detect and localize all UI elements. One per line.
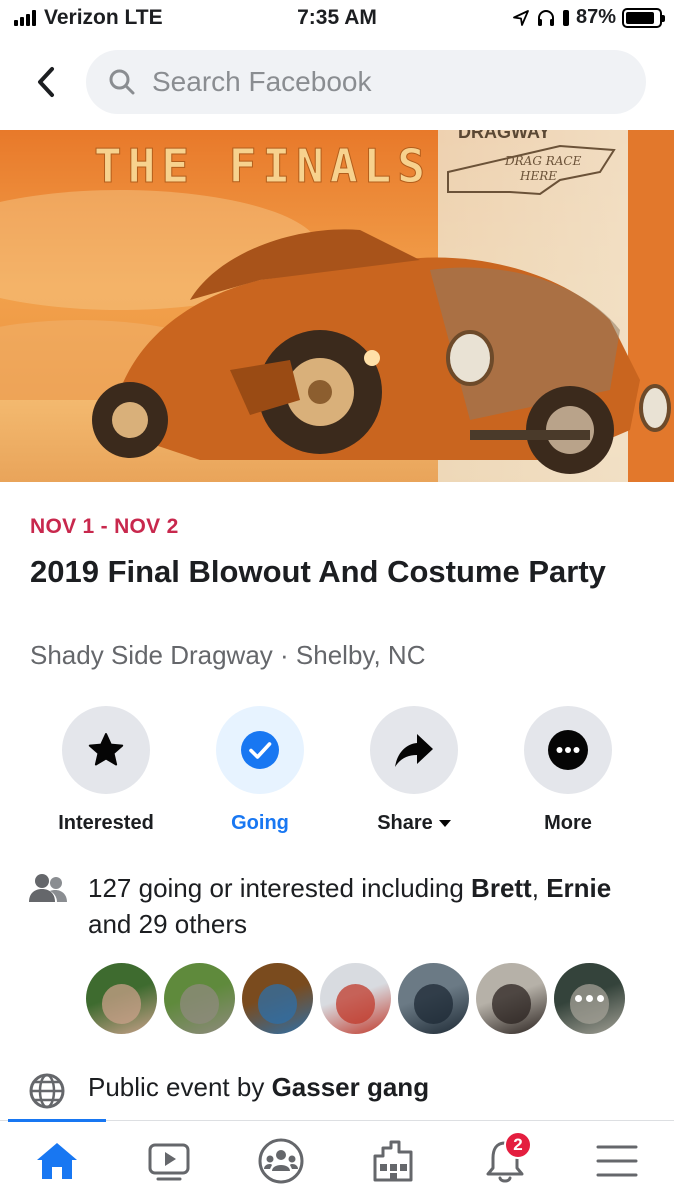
interested-label: Interested [58,812,154,834]
search-placeholder: Search Facebook [152,66,372,97]
more-circle [524,706,612,794]
host-prefix: Public event by [88,1072,272,1102]
status-bar: Verizon LTE 7:35 AM 87% [0,0,674,36]
attendee-avatars [86,963,625,1035]
people-icon [29,874,67,902]
chevron-left-icon [38,67,54,97]
location-arrow-icon [513,9,529,26]
tab-groups[interactable] [246,1133,316,1189]
share-label-row: Share [377,812,451,835]
share-circle [370,706,458,794]
more-label: More [544,812,592,834]
check-circle-icon [241,731,279,769]
tab-menu[interactable] [582,1133,652,1189]
tab-marketplace[interactable] [358,1133,428,1189]
more-attendees-dots-icon [554,963,625,1034]
attendee-avatar[interactable] [476,963,547,1034]
attendee-avatar[interactable] [242,963,313,1034]
attendee-name-ernie[interactable]: Ernie [546,873,611,903]
more-button[interactable]: More [498,706,638,835]
rotation-lock-icon [562,9,569,26]
host-text: Public event by Gasser gang [88,1072,429,1103]
menu-icon [596,1145,638,1177]
share-arrow-icon [395,734,433,767]
home-icon [37,1143,77,1179]
tab-home[interactable] [22,1133,92,1189]
marketplace-icon [373,1140,413,1182]
host-name[interactable]: Gasser gang [272,1072,430,1102]
event-date: NOV 1 - NOV 2 [30,515,179,538]
attendance-separator: , [531,873,539,903]
header: Search Facebook [0,44,674,122]
attendee-avatar[interactable] [398,963,469,1034]
active-tab-indicator [8,1119,106,1122]
attendance-suffix: and 29 others [88,909,248,939]
attendee-avatar[interactable] [320,963,391,1034]
groups-icon [258,1138,304,1184]
avatar-photo-detail [413,984,454,1025]
tab-notifications[interactable]: 2 [470,1131,540,1189]
attendee-avatar[interactable] [86,963,157,1034]
avatar-photo-detail [179,984,220,1025]
status-right: 87% [512,6,665,29]
battery-percent: 87% [575,6,616,28]
going-button[interactable]: Going [190,706,330,835]
notifications-badge: 2 [504,1131,532,1159]
search-input[interactable]: Search Facebook [86,50,646,114]
attendee-avatar[interactable] [554,963,625,1034]
battery-icon [622,7,665,28]
cover-illustration: THE FINALS DRAGWAY DRAG RACE HERE [0,130,674,482]
cover-stamp-top: DRAGWAY [458,130,550,142]
avatar-photo-detail [257,984,298,1025]
share-label: Share [377,812,433,834]
avatar-photo-detail [491,984,532,1025]
event-location[interactable]: Shady Side Dragway · Shelby, NC [30,640,425,671]
attendance-prefix: 127 going or interested including [88,873,472,903]
event-title: 2019 Final Blowout And Costume Party [30,554,606,589]
attendee-avatar[interactable] [164,963,235,1034]
star-icon [88,733,124,766]
avatar-photo-detail [101,984,142,1025]
bottom-tab-bar: 2 [0,1119,674,1200]
more-dots-icon [548,730,588,770]
avatar-photo-detail [335,984,376,1025]
interested-button[interactable]: Interested [36,706,176,835]
host-row: Public event by Gasser gang [28,1070,648,1110]
cover-title-text: THE FINALS [94,139,431,193]
share-button[interactable]: Share [344,706,484,835]
watch-icon [148,1143,190,1181]
battery-level [626,11,654,24]
tab-watch[interactable] [134,1133,204,1189]
headphones-icon [537,9,554,26]
cover-stamp-line2: HERE [519,169,557,183]
event-cover-photo[interactable]: THE FINALS DRAGWAY DRAG RACE HERE [0,130,674,482]
going-label: Going [231,812,289,834]
going-circle [216,706,304,794]
event-actions: Interested Going Share More [26,706,646,846]
attendee-name-brett[interactable]: Brett [471,873,532,903]
interested-circle [62,706,150,794]
globe-icon [29,1073,65,1109]
cover-stamp-line1: DRAG RACE [504,154,582,168]
search-icon [109,69,135,95]
dropdown-caret-icon [438,819,451,827]
back-button[interactable] [30,64,62,100]
attendance-text: 127 going or interested including Brett,… [88,870,648,942]
